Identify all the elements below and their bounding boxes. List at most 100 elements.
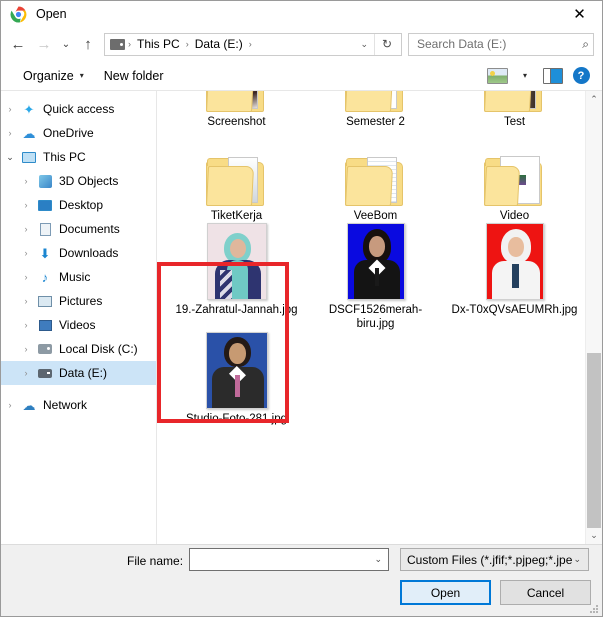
sidebar-item-label: This PC xyxy=(43,150,86,164)
file-name-label: 19.-Zahratul-Jannah.jpg xyxy=(175,304,298,316)
expander-icon[interactable]: › xyxy=(17,200,35,210)
expander-icon[interactable]: › xyxy=(17,368,35,378)
new-folder-button[interactable]: New folder xyxy=(94,64,174,88)
help-button[interactable]: ? xyxy=(568,64,594,88)
drive-icon xyxy=(110,38,125,50)
sidebar-item-3d-objects[interactable]: › 3D Objects xyxy=(1,169,156,193)
expander-icon[interactable]: › xyxy=(17,224,35,234)
expander-icon[interactable]: › xyxy=(17,248,35,258)
breadcrumb-item-this-pc[interactable]: This PC xyxy=(134,37,183,51)
refresh-icon[interactable]: ↻ xyxy=(375,34,399,55)
sidebar-item-downloads[interactable]: › ⬇ Downloads xyxy=(1,241,156,265)
sidebar-item-local-disk-c[interactable]: › Local Disk (C:) xyxy=(1,337,156,361)
image-thumbnail xyxy=(206,223,267,300)
sidebar-item-label: Quick access xyxy=(43,102,115,116)
file-item-dscf1526[interactable]: DSCF1526merah-biru.jpg xyxy=(306,223,445,345)
help-icon: ? xyxy=(572,67,590,84)
preview-pane-button[interactable] xyxy=(540,64,566,88)
sidebar-item-network[interactable]: › ☁ Network xyxy=(1,393,156,417)
chevron-down-icon[interactable]: ⌄ xyxy=(374,554,385,565)
view-options-button[interactable]: ▾ xyxy=(512,64,538,88)
scrollbar-thumb[interactable] xyxy=(587,353,601,528)
sidebar-item-videos[interactable]: › Videos xyxy=(1,313,156,337)
file-row: Screenshot PDF Semester xyxy=(167,91,585,142)
expander-icon[interactable]: › xyxy=(17,296,35,306)
sidebar-item-label: Music xyxy=(59,270,91,284)
download-icon: ⬇ xyxy=(39,245,51,261)
expander-icon[interactable]: › xyxy=(1,104,19,114)
address-bar[interactable]: › This PC › Data (E:) › ⌄ ↻ xyxy=(104,32,402,56)
file-item-test[interactable]: Test xyxy=(445,91,584,142)
folder-icon xyxy=(483,91,546,112)
file-item-screenshot[interactable]: Screenshot xyxy=(167,91,306,142)
file-item-studio-foto-281[interactable]: Studio-Foto-281.jpg xyxy=(167,332,306,454)
breadcrumb-separator[interactable]: › xyxy=(246,39,255,49)
sidebar-item-this-pc[interactable]: ⌄ This PC xyxy=(1,145,156,169)
image-thumbnail xyxy=(205,332,268,409)
scroll-up-icon[interactable]: ⌃ xyxy=(586,91,602,108)
expander-icon[interactable]: › xyxy=(17,176,35,186)
expander-icon[interactable]: › xyxy=(17,320,35,330)
search-icon: ⌕ xyxy=(582,36,589,51)
sidebar-item-pictures[interactable]: › Pictures xyxy=(1,289,156,313)
search-box[interactable]: Search Data (E:) ⌕ xyxy=(408,32,594,56)
open-file-dialog: Open ✕ ← → ⌄ ↑ › This PC › Data (E:) › ⌄… xyxy=(0,0,603,617)
organize-button[interactable]: Organize ▾ xyxy=(13,64,94,88)
chrome-icon xyxy=(10,6,27,23)
network-icon: ☁ xyxy=(22,397,36,413)
sidebar-item-label: 3D Objects xyxy=(59,174,119,188)
expander-icon[interactable]: ⌄ xyxy=(1,152,19,163)
chevron-down-icon[interactable]: ⌄ xyxy=(573,554,584,565)
sidebar-item-label: OneDrive xyxy=(43,126,94,140)
pictures-icon xyxy=(35,295,55,307)
sidebar-item-music[interactable]: › ♪ Music xyxy=(1,265,156,289)
expander-icon[interactable]: › xyxy=(17,344,35,354)
file-name-label: Test xyxy=(503,116,526,128)
file-item-video[interactable]: Video xyxy=(445,142,584,236)
expander-icon[interactable]: › xyxy=(1,400,19,410)
file-name-label-text: File name: xyxy=(127,554,184,568)
resize-grip[interactable] xyxy=(589,604,599,614)
file-name-label: Semester 2 xyxy=(346,116,405,128)
file-item-semester-2[interactable]: PDF Semester 2 xyxy=(306,91,445,142)
file-type-filter-select[interactable]: Custom Files (*.jfif;*.pjpeg;*.jpe ⌄ xyxy=(400,548,589,571)
file-name-label: VeeBom xyxy=(353,210,398,222)
breadcrumb-item-data-e[interactable]: Data (E:) xyxy=(192,37,246,51)
folder-icon xyxy=(205,144,268,206)
file-name-label: Video xyxy=(499,210,530,222)
file-row: Studio-Foto-281.jpg xyxy=(167,332,585,454)
folder-icon: PDF xyxy=(344,91,407,112)
scroll-down-icon[interactable]: ⌄ xyxy=(586,527,602,544)
expander-icon[interactable]: › xyxy=(1,128,19,138)
file-name-input[interactable]: ⌄ xyxy=(189,548,389,571)
file-item-dx-t0xqvsaeumrh[interactable]: Dx-T0xQVsAEUMRh.jpg xyxy=(445,223,584,345)
file-name-label: TiketKerja xyxy=(210,210,263,222)
up-button[interactable]: ↑ xyxy=(75,31,101,57)
back-button[interactable]: ← xyxy=(5,31,31,57)
close-icon[interactable]: ✕ xyxy=(557,1,602,27)
sidebar-item-label: Pictures xyxy=(59,294,103,308)
dialog-body: › ✦ Quick access › ☁ OneDrive ⌄ This PC … xyxy=(1,91,602,544)
sidebar-item-onedrive[interactable]: › ☁ OneDrive xyxy=(1,121,156,145)
sidebar-item-label: Desktop xyxy=(59,198,104,212)
expander-icon[interactable]: › xyxy=(17,272,35,282)
cancel-button[interactable]: Cancel xyxy=(500,580,591,605)
recent-locations-button[interactable]: ⌄ xyxy=(57,31,75,57)
change-view-button[interactable] xyxy=(484,64,510,88)
file-grid: Screenshot PDF Semester xyxy=(157,91,585,544)
file-item-veebom[interactable]: VeeBom xyxy=(306,142,445,236)
file-list-pane[interactable]: Screenshot PDF Semester xyxy=(156,91,602,544)
sidebar-item-documents[interactable]: › Documents xyxy=(1,217,156,241)
search-input[interactable]: Search Data (E:) xyxy=(417,37,582,51)
view-controls: ▾ ? xyxy=(484,64,594,88)
sidebar-item-data-e[interactable]: › Data (E:) xyxy=(1,361,156,385)
window-title: Open xyxy=(36,7,67,21)
sidebar-item-label: Data (E:) xyxy=(59,366,108,380)
file-item-zahratul[interactable]: 19.-Zahratul-Jannah.jpg xyxy=(167,223,306,345)
open-button[interactable]: Open xyxy=(400,580,491,605)
sidebar-item-quick-access[interactable]: › ✦ Quick access xyxy=(1,97,156,121)
chevron-down-icon[interactable]: ⌄ xyxy=(354,39,374,50)
sidebar-item-desktop[interactable]: › Desktop xyxy=(1,193,156,217)
vertical-scrollbar[interactable]: ⌃ ⌄ xyxy=(585,91,602,544)
file-item-tiketkerja[interactable]: TiketKerja xyxy=(167,142,306,236)
